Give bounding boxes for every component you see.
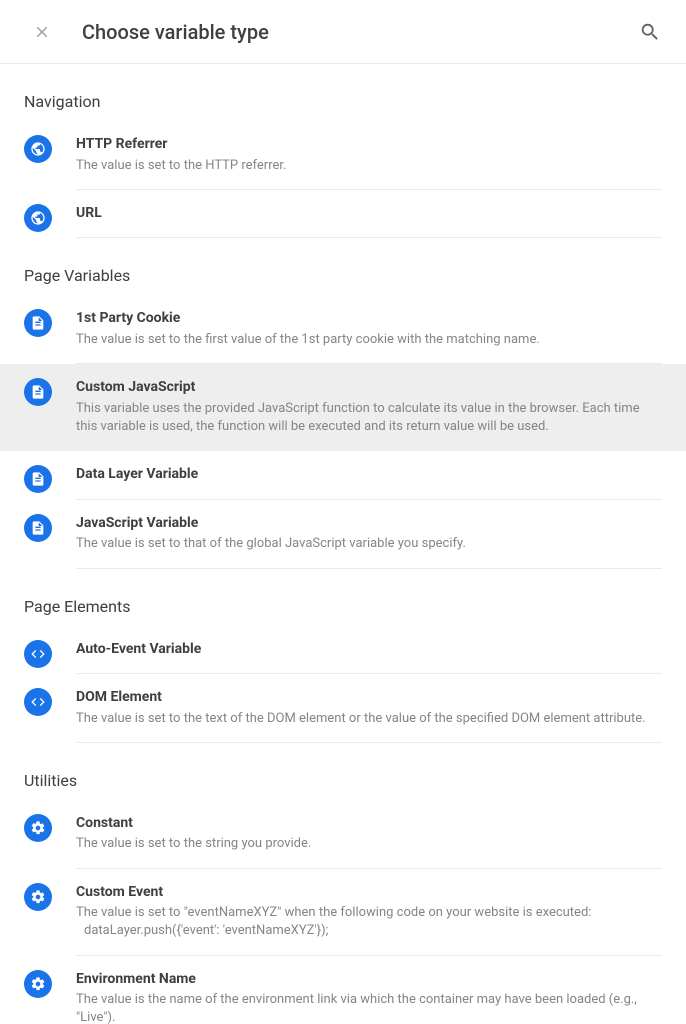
item-body: HTTP Referrer The value is set to the HTT… (76, 135, 662, 190)
section-title: Navigation (0, 64, 686, 121)
item-desc: The value is set to the HTTP referrer. (76, 157, 662, 175)
dialog-header: Choose variable type (0, 0, 686, 64)
variable-type-item[interactable]: Custom JavaScriptThis variable uses the … (0, 364, 686, 451)
item-title: Constant (76, 814, 662, 834)
item-body: Environment NameThe value is the name of… (76, 970, 662, 1024)
item-title: Data Layer Variable (76, 465, 662, 485)
item-title: HTTP Referrer (76, 135, 662, 155)
variable-type-item[interactable]: Data Layer Variable (0, 451, 686, 500)
gear-icon (24, 814, 52, 842)
variable-type-item[interactable]: Environment NameThe value is the name of… (0, 956, 686, 1024)
variable-type-item[interactable]: ConstantThe value is set to the string y… (0, 800, 686, 869)
code-icon (24, 688, 52, 716)
section-title: Page Elements (0, 569, 686, 626)
variable-type-item[interactable]: URL (0, 190, 686, 239)
item-title: Auto-Event Variable (76, 640, 662, 660)
variable-type-item[interactable]: Auto-Event Variable (0, 626, 686, 675)
doc-icon (24, 378, 52, 406)
variable-type-item[interactable]: JavaScript VariableThe value is set to t… (0, 500, 686, 569)
variable-type-item[interactable]: DOM Element The value is set to the text … (0, 674, 686, 743)
section-title: Page Variables (0, 238, 686, 295)
item-desc: The value is set to "eventNameXYZ" when … (76, 904, 662, 940)
search-icon (639, 21, 661, 43)
item-body: URL (76, 204, 662, 239)
doc-icon (24, 514, 52, 542)
variable-type-item[interactable]: HTTP Referrer The value is set to the HTT… (0, 121, 686, 190)
item-body: DOM Element The value is set to the text … (76, 688, 662, 743)
search-button[interactable] (638, 20, 662, 44)
item-desc: This variable uses the provided JavaScri… (76, 400, 662, 436)
item-body: Custom EventThe value is set to "eventNa… (76, 883, 662, 956)
item-title: URL (76, 204, 662, 224)
item-desc: The value is set to that of the global J… (76, 535, 662, 553)
item-desc: The value is the name of the environment… (76, 991, 662, 1024)
item-title: Custom Event (76, 883, 662, 903)
item-desc: The value is set to the text of the DOM … (76, 710, 662, 728)
item-body: 1st Party Cookie The value is set to the … (76, 309, 662, 364)
doc-icon (24, 309, 52, 337)
dialog-title: Choose variable type (82, 20, 638, 44)
item-title: Environment Name (76, 970, 662, 990)
item-body: Auto-Event Variable (76, 640, 662, 675)
variable-type-item[interactable]: 1st Party Cookie The value is set to the … (0, 295, 686, 364)
item-body: JavaScript VariableThe value is set to t… (76, 514, 662, 569)
item-body: Custom JavaScriptThis variable uses the … (76, 378, 662, 451)
item-body: Data Layer Variable (76, 465, 662, 500)
section-title: Utilities (0, 743, 686, 800)
item-desc: The value is set to the first value of t… (76, 331, 662, 349)
globe-icon (24, 204, 52, 232)
gear-icon (24, 883, 52, 911)
gear-icon (24, 970, 52, 998)
item-title: Custom JavaScript (76, 378, 662, 398)
content-scroll[interactable]: Navigation HTTP Referrer The value is set … (0, 64, 686, 1024)
item-body: ConstantThe value is set to the string y… (76, 814, 662, 869)
globe-icon (24, 135, 52, 163)
doc-icon (24, 465, 52, 493)
variable-type-item[interactable]: Custom EventThe value is set to "eventNa… (0, 869, 686, 956)
item-title: 1st Party Cookie (76, 309, 662, 329)
item-desc: The value is set to the string you provi… (76, 835, 662, 853)
code-icon (24, 640, 52, 668)
item-title: DOM Element (76, 688, 662, 708)
item-title: JavaScript Variable (76, 514, 662, 534)
close-icon (33, 23, 51, 41)
close-button[interactable] (30, 20, 54, 44)
